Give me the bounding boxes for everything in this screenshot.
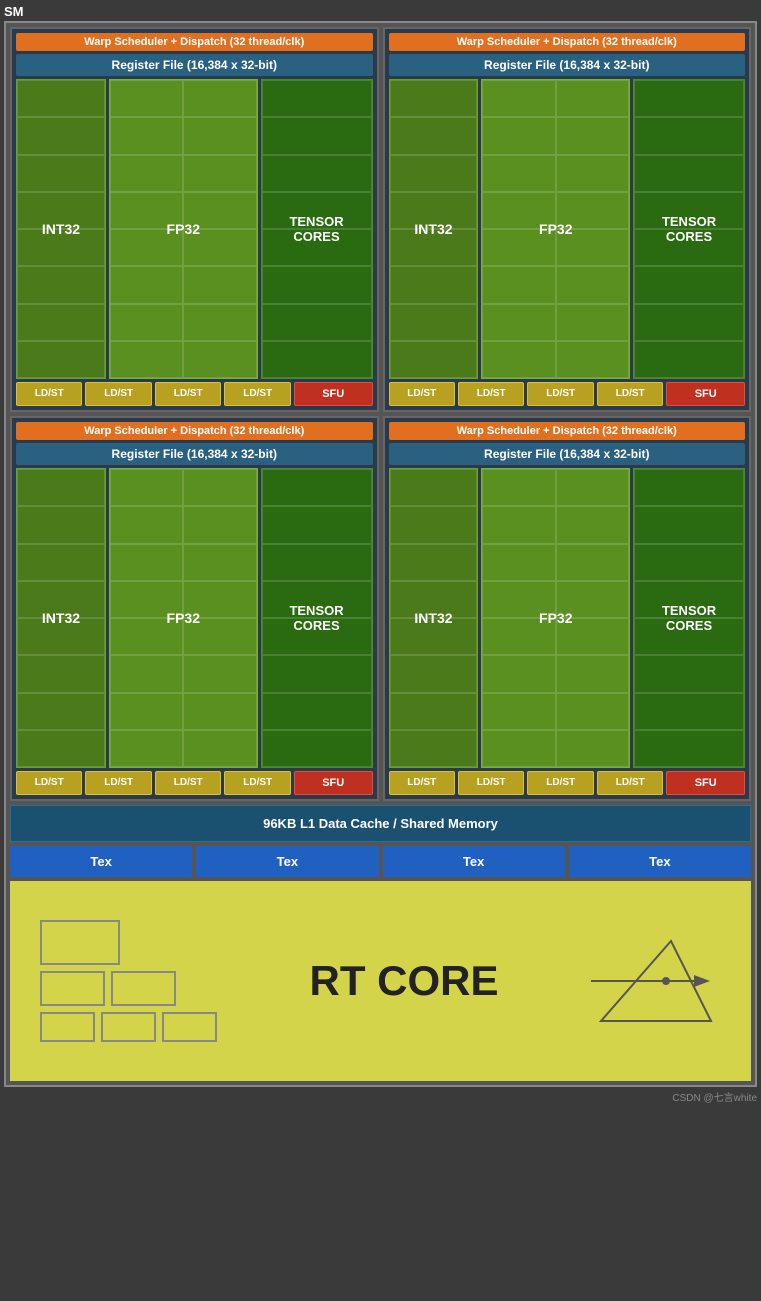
four-quadrants: Warp Scheduler + Dispatch (32 thread/clk…	[10, 27, 751, 801]
rt-box-mid-right	[111, 971, 176, 1006]
ldst-2b: LD/ST	[458, 382, 524, 406]
int32-unit-3: INT32	[16, 468, 106, 768]
rt-core-section: RT CORE	[10, 881, 751, 1081]
ldst-2a: LD/ST	[389, 382, 455, 406]
int32-unit-2: INT32	[389, 79, 479, 379]
ldst-2c: LD/ST	[527, 382, 593, 406]
warp-scheduler-4: Warp Scheduler + Dispatch (32 thread/clk…	[389, 422, 746, 440]
rt-triangle-svg	[591, 931, 721, 1031]
tex-unit-1: Tex	[10, 846, 192, 877]
tensor-unit-4: TENSORCORES	[633, 468, 745, 768]
compute-units-1: INT32 FP32	[16, 79, 373, 379]
warp-scheduler-2: Warp Scheduler + Dispatch (32 thread/clk…	[389, 33, 746, 51]
tensor-unit-3: TENSORCORES	[261, 468, 373, 768]
ldst-1d: LD/ST	[224, 382, 290, 406]
rt-box-bot-3	[162, 1012, 217, 1042]
tex-unit-4: Tex	[569, 846, 751, 877]
rt-diagram: RT CORE	[10, 881, 751, 1081]
compute-units-3: INT32 FP32	[16, 468, 373, 768]
quadrant-1: Warp Scheduler + Dispatch (32 thread/clk…	[10, 27, 379, 412]
int32-unit-4: INT32	[389, 468, 479, 768]
fp32-unit-2: FP32	[481, 79, 630, 379]
bottom-row-3: LD/ST LD/ST LD/ST LD/ST SFU	[16, 771, 373, 795]
register-file-2: Register File (16,384 x 32-bit)	[389, 54, 746, 76]
ldst-1b: LD/ST	[85, 382, 151, 406]
fp32-unit-3: FP32	[109, 468, 258, 768]
l1-cache: 96KB L1 Data Cache / Shared Memory	[10, 805, 751, 842]
tensor-unit-2: TENSORCORES	[633, 79, 745, 379]
compute-units-4: INT32 FP32	[389, 468, 746, 768]
fp32-unit-1: FP32	[109, 79, 258, 379]
bottom-row-4: LD/ST LD/ST LD/ST LD/ST SFU	[389, 771, 746, 795]
ldst-1a: LD/ST	[16, 382, 82, 406]
sfu-2: SFU	[666, 382, 745, 406]
quadrant-3: Warp Scheduler + Dispatch (32 thread/clk…	[10, 416, 379, 801]
quadrant-4: Warp Scheduler + Dispatch (32 thread/clk…	[383, 416, 752, 801]
rt-box-mid-left	[40, 971, 105, 1006]
fp32-unit-4: FP32	[481, 468, 630, 768]
tex-unit-3: Tex	[383, 846, 565, 877]
outer-container: Warp Scheduler + Dispatch (32 thread/clk…	[4, 21, 757, 1087]
bottom-row-2: LD/ST LD/ST LD/ST LD/ST SFU	[389, 382, 746, 406]
quadrant-2: Warp Scheduler + Dispatch (32 thread/clk…	[383, 27, 752, 412]
sfu-3: SFU	[294, 771, 373, 795]
rt-left-diagram	[40, 920, 217, 1042]
sfu-4: SFU	[666, 771, 745, 795]
sm-label: SM	[4, 4, 757, 19]
ldst-3a: LD/ST	[16, 771, 82, 795]
rt-box-bot-2	[101, 1012, 156, 1042]
register-file-4: Register File (16,384 x 32-bit)	[389, 443, 746, 465]
ldst-3c: LD/ST	[155, 771, 221, 795]
sfu-1: SFU	[294, 382, 373, 406]
ldst-4a: LD/ST	[389, 771, 455, 795]
ldst-3d: LD/ST	[224, 771, 290, 795]
ldst-1c: LD/ST	[155, 382, 221, 406]
watermark: CSDN @七言white	[4, 1089, 757, 1104]
ldst-4b: LD/ST	[458, 771, 524, 795]
ldst-4d: LD/ST	[597, 771, 663, 795]
int32-unit-1: INT32	[16, 79, 106, 379]
bottom-row-1: LD/ST LD/ST LD/ST LD/ST SFU	[16, 382, 373, 406]
ldst-3b: LD/ST	[85, 771, 151, 795]
compute-units-2: INT32 FP32	[389, 79, 746, 379]
warp-scheduler-3: Warp Scheduler + Dispatch (32 thread/clk…	[16, 422, 373, 440]
register-file-3: Register File (16,384 x 32-bit)	[16, 443, 373, 465]
rt-core-label: RT CORE	[310, 957, 499, 1005]
warp-scheduler-1: Warp Scheduler + Dispatch (32 thread/clk…	[16, 33, 373, 51]
rt-box-top	[40, 920, 120, 965]
rt-box-bot-1	[40, 1012, 95, 1042]
tex-row: Tex Tex Tex Tex	[10, 846, 751, 877]
ldst-4c: LD/ST	[527, 771, 593, 795]
tex-unit-2: Tex	[196, 846, 378, 877]
ldst-2d: LD/ST	[597, 382, 663, 406]
register-file-1: Register File (16,384 x 32-bit)	[16, 54, 373, 76]
tensor-unit-1: TENSORCORES	[261, 79, 373, 379]
